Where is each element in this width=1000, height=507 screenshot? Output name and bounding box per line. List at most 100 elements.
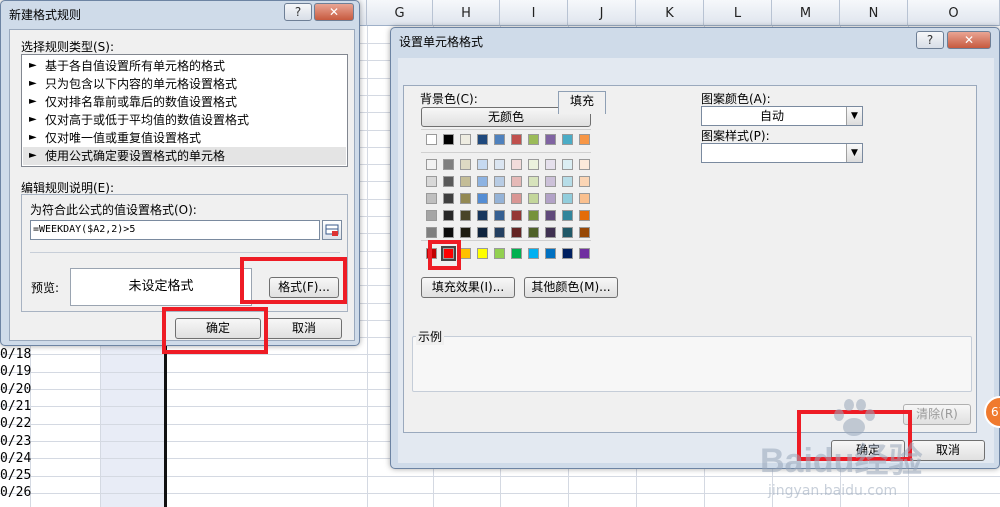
color-swatch[interactable] bbox=[443, 193, 454, 204]
color-swatch[interactable] bbox=[426, 176, 437, 187]
color-swatch[interactable] bbox=[443, 176, 454, 187]
color-swatch[interactable] bbox=[460, 176, 471, 187]
color-swatch[interactable] bbox=[528, 159, 539, 170]
color-swatch[interactable] bbox=[579, 227, 590, 238]
color-swatch[interactable] bbox=[545, 248, 556, 259]
color-swatch[interactable] bbox=[528, 227, 539, 238]
color-swatch[interactable] bbox=[426, 193, 437, 204]
color-swatch[interactable] bbox=[477, 176, 488, 187]
cancel-button[interactable]: 取消 bbox=[266, 318, 342, 339]
color-swatch[interactable] bbox=[511, 227, 522, 238]
col-header-o[interactable]: O bbox=[908, 0, 1000, 26]
color-swatch[interactable] bbox=[562, 159, 573, 170]
color-swatch[interactable] bbox=[545, 176, 556, 187]
more-colors-button[interactable]: 其他颜色(M)... bbox=[524, 277, 618, 298]
color-swatch[interactable] bbox=[545, 227, 556, 238]
color-swatch[interactable] bbox=[511, 134, 522, 145]
color-swatch[interactable] bbox=[460, 159, 471, 170]
color-swatch[interactable] bbox=[545, 134, 556, 145]
color-swatch[interactable] bbox=[477, 210, 488, 221]
col-header-h[interactable]: H bbox=[433, 0, 500, 26]
col-header-l[interactable]: L bbox=[704, 0, 772, 26]
color-swatch[interactable] bbox=[477, 227, 488, 238]
close-button[interactable]: ✕ bbox=[947, 31, 991, 49]
color-swatch[interactable] bbox=[494, 134, 505, 145]
color-swatch[interactable] bbox=[477, 159, 488, 170]
color-swatch[interactable] bbox=[460, 193, 471, 204]
color-swatch[interactable] bbox=[579, 134, 590, 145]
color-swatch[interactable] bbox=[494, 248, 505, 259]
rule-type-item[interactable]: ► 基于各自值设置所有单元格的格式 bbox=[23, 57, 346, 75]
color-swatch[interactable] bbox=[494, 227, 505, 238]
color-swatch[interactable] bbox=[460, 248, 471, 259]
rule-type-item[interactable]: ► 仅对高于或低于平均值的数值设置格式 bbox=[23, 111, 346, 129]
color-swatch[interactable] bbox=[426, 134, 437, 145]
color-swatch[interactable] bbox=[443, 159, 454, 170]
color-swatch[interactable] bbox=[528, 176, 539, 187]
col-header-n[interactable]: N bbox=[840, 0, 908, 26]
help-button[interactable]: ? bbox=[284, 3, 312, 21]
color-swatch[interactable] bbox=[562, 248, 573, 259]
pattern-color-select[interactable]: 自动 ▼ bbox=[701, 106, 863, 126]
color-swatch[interactable] bbox=[494, 210, 505, 221]
formula-input[interactable]: =WEEKDAY($A2,2)>5 bbox=[30, 220, 320, 240]
color-swatch[interactable] bbox=[562, 210, 573, 221]
color-swatch[interactable] bbox=[528, 193, 539, 204]
help-button[interactable]: ? bbox=[916, 31, 944, 49]
color-swatch[interactable] bbox=[528, 248, 539, 259]
color-swatch[interactable] bbox=[511, 248, 522, 259]
color-swatch[interactable] bbox=[511, 210, 522, 221]
color-swatch[interactable] bbox=[545, 193, 556, 204]
tab-3[interactable]: 填充 bbox=[558, 91, 606, 114]
color-swatch[interactable] bbox=[426, 227, 437, 238]
color-swatch[interactable] bbox=[545, 210, 556, 221]
color-swatch[interactable] bbox=[443, 134, 454, 145]
color-swatch[interactable] bbox=[562, 193, 573, 204]
color-swatch[interactable] bbox=[528, 134, 539, 145]
color-swatch[interactable] bbox=[477, 134, 488, 145]
chevron-down-icon[interactable]: ▼ bbox=[846, 144, 862, 162]
color-swatch[interactable] bbox=[511, 176, 522, 187]
color-swatch[interactable] bbox=[562, 134, 573, 145]
color-swatch[interactable] bbox=[443, 227, 454, 238]
col-header-m[interactable]: M bbox=[772, 0, 840, 26]
color-swatch[interactable] bbox=[562, 227, 573, 238]
color-swatch[interactable] bbox=[579, 193, 590, 204]
color-swatch[interactable] bbox=[460, 210, 471, 221]
color-swatch[interactable] bbox=[460, 134, 471, 145]
range-picker-icon[interactable] bbox=[322, 220, 342, 240]
color-swatch[interactable] bbox=[460, 227, 471, 238]
col-header-g[interactable]: G bbox=[367, 0, 433, 26]
fill-effects-button[interactable]: 填充效果(I)... bbox=[421, 277, 515, 298]
color-swatch[interactable] bbox=[528, 210, 539, 221]
row-cell: 0/23 bbox=[0, 433, 32, 449]
clear-button[interactable]: 清除(R) bbox=[903, 404, 971, 425]
rule-type-item[interactable]: ► 仅对唯一值或重复值设置格式 bbox=[23, 129, 346, 147]
color-swatch[interactable] bbox=[579, 159, 590, 170]
color-swatch[interactable] bbox=[579, 248, 590, 259]
color-swatch[interactable] bbox=[443, 210, 454, 221]
color-swatch[interactable] bbox=[494, 176, 505, 187]
color-swatch[interactable] bbox=[426, 159, 437, 170]
color-swatch[interactable] bbox=[426, 210, 437, 221]
color-swatch[interactable] bbox=[494, 159, 505, 170]
color-swatch[interactable] bbox=[579, 210, 590, 221]
col-header-i[interactable]: I bbox=[500, 0, 568, 26]
col-header-j[interactable]: J bbox=[568, 0, 636, 26]
color-swatch[interactable] bbox=[477, 248, 488, 259]
color-swatch[interactable] bbox=[562, 176, 573, 187]
color-swatch[interactable] bbox=[511, 159, 522, 170]
color-swatch[interactable] bbox=[494, 193, 505, 204]
color-swatch[interactable] bbox=[477, 193, 488, 204]
rule-type-item[interactable]: ► 仅对排名靠前或靠后的数值设置格式 bbox=[23, 93, 346, 111]
color-swatch[interactable] bbox=[579, 176, 590, 187]
bullet-icon: ► bbox=[29, 60, 37, 71]
close-button[interactable]: ✕ bbox=[314, 3, 354, 21]
color-swatch[interactable] bbox=[511, 193, 522, 204]
rule-type-item[interactable]: ► 使用公式确定要设置格式的单元格 bbox=[23, 147, 346, 165]
color-swatch[interactable] bbox=[545, 159, 556, 170]
col-header-k[interactable]: K bbox=[636, 0, 704, 26]
chevron-down-icon[interactable]: ▼ bbox=[846, 107, 862, 125]
rule-type-item[interactable]: ► 只为包含以下内容的单元格设置格式 bbox=[23, 75, 346, 93]
pattern-style-select[interactable]: ▼ bbox=[701, 143, 863, 163]
